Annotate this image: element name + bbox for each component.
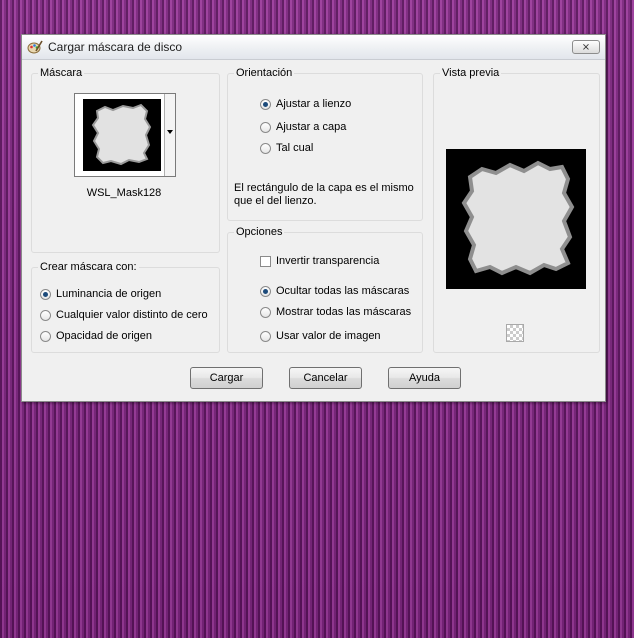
radio-label: Luminancia de origen (56, 288, 162, 300)
radio-button[interactable] (260, 285, 271, 297)
load-mask-dialog: Cargar máscara de disco ⨯ Máscara WSL_Ma… (21, 34, 606, 402)
checkbox-label: Invertir transparencia (276, 255, 380, 267)
mask-selector[interactable] (74, 93, 176, 177)
paint-palette-icon (27, 40, 43, 54)
radio-button[interactable] (260, 330, 271, 342)
help-button[interactable]: Ayuda (388, 367, 461, 389)
radio-any-nonzero[interactable]: Cualquier valor distinto de cero (40, 307, 208, 323)
radio-button[interactable] (260, 142, 271, 154)
radio-source-opacity[interactable]: Opacidad de origen (40, 328, 152, 344)
create-mask-title: Crear máscara con: (38, 261, 139, 273)
close-icon: ⨯ (581, 41, 591, 53)
radio-button[interactable] (260, 121, 271, 133)
radio-button[interactable] (40, 330, 51, 342)
dialog-title: Cargar máscara de disco (48, 40, 183, 54)
mask-thumbnail (83, 99, 161, 171)
radio-label: Cualquier valor distinto de cero (56, 309, 208, 321)
mask-group-title: Máscara (38, 67, 85, 79)
orientation-title: Orientación (234, 67, 295, 79)
mask-group: Máscara WSL_Mask128 (31, 67, 220, 253)
radio-label: Opacidad de origen (56, 330, 153, 342)
invert-transparency-checkbox-row[interactable]: Invertir transparencia (260, 253, 379, 269)
invert-transparency-checkbox[interactable] (260, 255, 271, 267)
radio-label: Ajustar a lienzo (276, 98, 352, 110)
close-button[interactable]: ⨯ (572, 40, 600, 54)
radio-as-is[interactable]: Tal cual (260, 140, 313, 156)
orientation-description: El rectángulo de la capa es el mismo que… (234, 182, 414, 207)
title-bar[interactable]: Cargar máscara de disco ⨯ (22, 35, 605, 60)
radio-button[interactable] (40, 309, 51, 321)
radio-use-image-value[interactable]: Usar valor de imagen (260, 328, 381, 344)
radio-show-all-masks[interactable]: Mostrar todas las máscaras (260, 304, 411, 320)
preview-group: Vista previa (433, 67, 600, 353)
radio-label: Tal cual (276, 142, 314, 154)
transparency-toggle-icon[interactable] (506, 324, 524, 342)
radio-fit-layer[interactable]: Ajustar a capa (260, 119, 346, 135)
radio-label: Usar valor de imagen (276, 330, 381, 342)
radio-button[interactable] (40, 288, 51, 300)
mask-dropdown-arrow[interactable] (164, 94, 175, 176)
radio-label: Ajustar a capa (276, 121, 347, 133)
mask-preview (446, 149, 586, 289)
mask-name-label: WSL_Mask128 (86, 187, 162, 199)
radio-source-luminance[interactable]: Luminancia de origen (40, 286, 161, 302)
preview-title: Vista previa (440, 67, 502, 79)
cancel-button[interactable]: Cancelar (289, 367, 362, 389)
radio-button[interactable] (260, 98, 271, 110)
radio-fit-canvas[interactable]: Ajustar a lienzo (260, 96, 351, 112)
options-title: Opciones (234, 226, 285, 238)
options-group: Opciones Invertir transparencia Ocultar … (227, 226, 423, 353)
radio-hide-all-masks[interactable]: Ocultar todas las máscaras (260, 283, 409, 299)
radio-button[interactable] (260, 306, 271, 318)
load-button[interactable]: Cargar (190, 367, 263, 389)
create-mask-group: Crear máscara con: Luminancia de origen … (31, 261, 220, 353)
orientation-group: Orientación Ajustar a lienzo Ajustar a c… (227, 67, 423, 221)
radio-label: Ocultar todas las máscaras (276, 285, 410, 297)
radio-label: Mostrar todas las máscaras (276, 306, 412, 318)
